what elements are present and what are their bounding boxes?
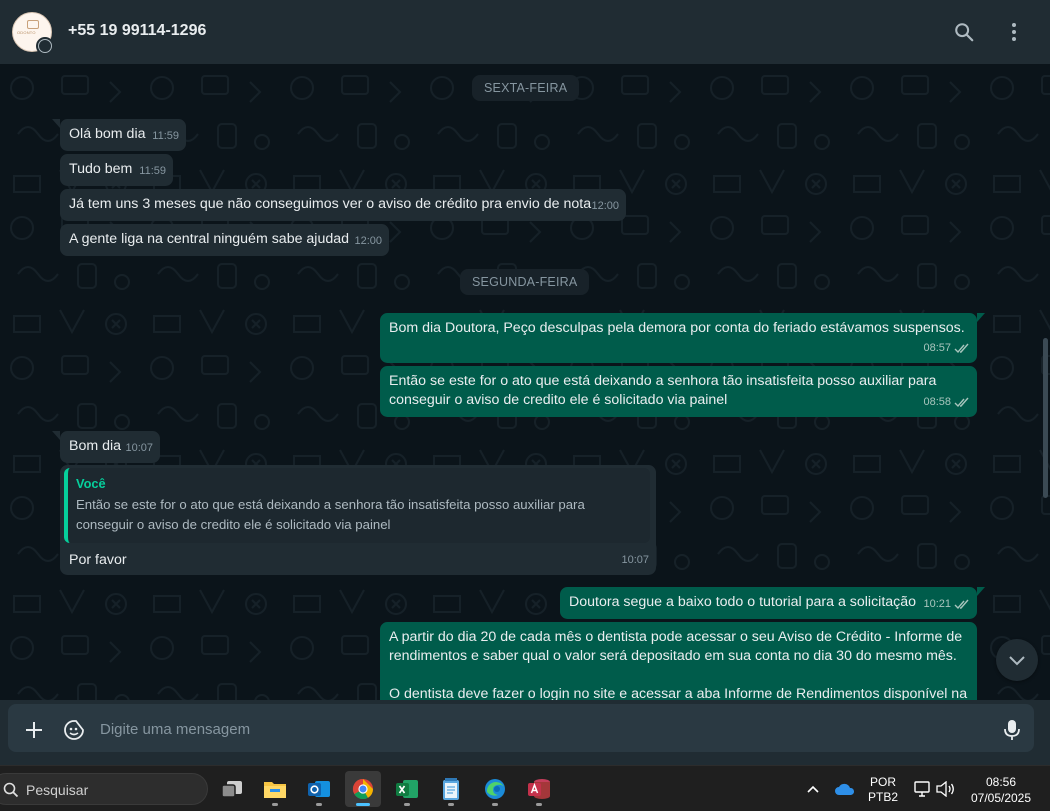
taskbar-access[interactable] [521, 771, 557, 807]
message-composer [0, 700, 1050, 765]
outgoing-message[interactable]: A partir do dia 20 de cada mês o dentist… [380, 622, 977, 700]
incoming-message[interactable]: A gente liga na central ninguém sabe aju… [60, 224, 389, 256]
cloud-icon [835, 783, 855, 795]
outgoing-message[interactable]: Doutora segue a baixo todo o tutorial pa… [560, 587, 985, 619]
language-code: POR [869, 775, 896, 789]
input-language-indicator[interactable]: POR PTB2 [866, 775, 900, 805]
folder-icon [264, 782, 286, 798]
message-time: 08:57 [923, 342, 951, 354]
day-separator: SEXTA-FEIRA [472, 75, 580, 101]
clock-date: 07/05/2025 [970, 791, 1032, 805]
voice-message-button[interactable] [998, 716, 1026, 744]
emoji-button[interactable] [60, 716, 88, 744]
scroll-to-bottom-button[interactable] [996, 639, 1038, 681]
message-time: 11:59 [139, 165, 166, 177]
chat-header: ODONTO +55 19 99114-1296 [0, 0, 1050, 64]
incoming-message[interactable]: Bom dia 10:07 [52, 431, 160, 463]
search-icon [955, 23, 974, 42]
message-meta: 08:58 [923, 393, 970, 412]
message-text: Bom dia Doutora, Peço desculpas pela dem… [389, 320, 965, 336]
message-meta: 10:21 [923, 595, 970, 614]
keyboard-layout: PTB2 [867, 790, 898, 804]
database-app-icon [528, 779, 550, 799]
windows-taskbar: Pesquisar POR PTB2 08:56 07/05/2025 [0, 765, 1050, 811]
quote-author: Você [76, 476, 106, 491]
message-text: Doutora segue a baixo todo o tutorial pa… [569, 594, 917, 610]
excel-icon [396, 780, 418, 798]
clock-time: 08:56 [985, 775, 1017, 789]
menu-button[interactable] [1000, 18, 1028, 46]
message-text: A partir do dia 20 de cada mês o dentist… [389, 629, 963, 664]
message-input[interactable] [100, 718, 980, 740]
attach-button[interactable] [20, 716, 48, 744]
microphone-icon [1004, 720, 1020, 740]
outlook-icon [308, 781, 330, 797]
message-text: A gente liga na central ninguém sabe aju… [69, 231, 350, 247]
emoji-sticker-icon [64, 720, 84, 740]
message-time: 12:00 [591, 200, 619, 212]
message-time: 11:59 [152, 130, 179, 142]
status-icon[interactable] [36, 37, 54, 55]
contact-name[interactable]: +55 19 99114-1296 [68, 22, 206, 40]
quoted-message[interactable]: Você Então se este for o ato que está de… [64, 468, 650, 543]
task-view-icon [221, 781, 242, 798]
message-meta: 08:57 [923, 339, 970, 358]
outgoing-message[interactable]: Então se este for o ato que está deixand… [380, 366, 977, 417]
incoming-message[interactable]: Tudo bem 11:59 [60, 154, 173, 186]
chat-scrollbar[interactable] [1043, 338, 1048, 498]
double-check-icon [954, 397, 969, 408]
avatar-logo-icon [27, 20, 39, 29]
plus-icon [26, 722, 42, 738]
taskbar-file-explorer[interactable] [257, 771, 293, 807]
chevron-down-icon [1009, 656, 1025, 666]
show-hidden-icons-button[interactable] [795, 771, 831, 807]
taskbar-chrome[interactable] [345, 771, 381, 807]
message-time: 10:07 [621, 554, 649, 566]
taskbar-clock[interactable]: 08:56 07/05/2025 [965, 774, 1037, 806]
search-icon [3, 782, 19, 798]
outgoing-message[interactable]: Bom dia Doutora, Peço desculpas pela dem… [380, 313, 985, 363]
message-time: 10:21 [923, 598, 951, 610]
incoming-message[interactable]: Olá bom dia 11:59 [52, 119, 186, 151]
message-time: 12:00 [354, 235, 382, 247]
taskbar-excel[interactable] [389, 771, 425, 807]
edge-icon [485, 779, 505, 799]
taskbar-search[interactable]: Pesquisar [0, 773, 208, 805]
message-list[interactable]: SEXTA-FEIRA Olá bom dia 11:59 Tudo bem 1… [0, 64, 1050, 700]
avatar-logo-text: ODONTO [17, 30, 36, 35]
message-text: Tudo bem [69, 161, 133, 177]
double-check-icon [954, 343, 969, 354]
message-time: 08:58 [923, 396, 951, 408]
search-button[interactable] [950, 18, 978, 46]
message-text: Olá bom dia [69, 126, 146, 142]
message-text: Por favor [69, 552, 127, 568]
chrome-icon [352, 778, 374, 800]
notepad-icon [443, 778, 459, 800]
incoming-message[interactable]: Já tem uns 3 meses que não conseguimos v… [60, 189, 626, 221]
chevron-up-icon [807, 785, 819, 793]
taskbar-search-label: Pesquisar [26, 782, 89, 798]
message-text: Já tem uns 3 meses que não conseguimos v… [69, 196, 592, 212]
message-text: Então se este for o ato que está deixand… [389, 373, 937, 408]
message-time: 10:07 [125, 442, 153, 454]
task-view-button[interactable] [214, 771, 250, 807]
whatsapp-window: ODONTO +55 19 99114-1296 SEXTA-FEIRA Olá… [0, 0, 1050, 765]
taskbar-outlook[interactable] [301, 771, 337, 807]
double-check-icon [954, 599, 969, 610]
day-separator: SEGUNDA-FEIRA [460, 269, 590, 295]
composer-box [8, 704, 1034, 752]
taskbar-edge[interactable] [477, 771, 513, 807]
incoming-reply-message[interactable]: Você Então se este for o ato que está de… [60, 465, 656, 575]
message-text: Bom dia [69, 438, 122, 454]
more-vertical-icon [1012, 23, 1016, 41]
onedrive-button[interactable] [827, 771, 863, 807]
message-text-continued: O dentista deve fazer o login no site e … [389, 686, 968, 700]
volume-button[interactable] [927, 771, 963, 807]
quote-text: Então se este for o ato que está deixand… [76, 497, 585, 532]
taskbar-notepad[interactable] [433, 771, 469, 807]
speaker-icon [936, 781, 954, 797]
